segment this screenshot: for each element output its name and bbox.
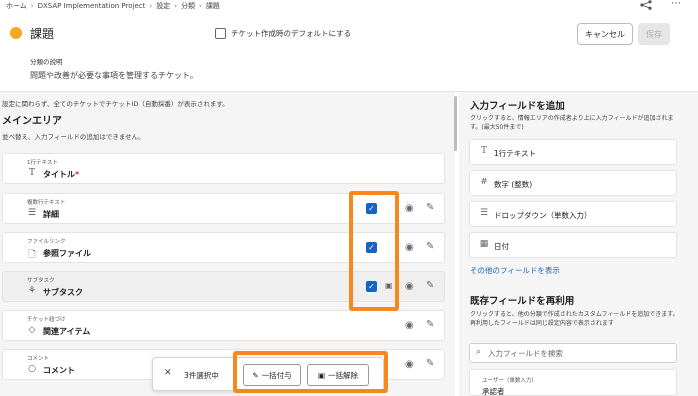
field-type-label: ファイルリンク bbox=[27, 239, 66, 245]
breadcrumb-current: 課題 bbox=[205, 2, 220, 10]
chevron-right-icon: › bbox=[174, 2, 177, 10]
bulk-buttons-highlight-frame bbox=[233, 351, 388, 393]
tag-icon: ◇ bbox=[28, 325, 36, 335]
existing-field-card[interactable]: ユーザー（単数入力） 承認者 bbox=[469, 369, 677, 396]
field-name: コメント bbox=[43, 366, 75, 375]
pencil-icon[interactable]: ✎ bbox=[426, 241, 434, 252]
add-field-title: 入力フィールドを追加 bbox=[470, 101, 565, 112]
multiline-icon: ☰ bbox=[27, 208, 37, 218]
description-text[interactable]: 問題や改善が必要な事項を管理するチケット。 bbox=[30, 70, 198, 81]
add-field-single-line-text[interactable]: T 1行テキスト bbox=[469, 139, 677, 165]
field-card-title[interactable]: 1行テキスト T タイトル* bbox=[2, 153, 445, 184]
pencil-icon[interactable]: ✎ bbox=[426, 358, 434, 369]
field-name: タイトル* bbox=[43, 170, 80, 179]
chevron-right-icon: › bbox=[149, 2, 153, 10]
main-area-subtitle: 並べ替え、入力フィールドの追加はできません。 bbox=[2, 133, 145, 141]
more-options-icon[interactable]: ⋯ bbox=[671, 0, 681, 9]
save-button[interactable]: 保存 bbox=[638, 23, 670, 45]
share-icon[interactable] bbox=[640, 0, 654, 10]
pencil-icon[interactable]: ✎ bbox=[426, 202, 434, 213]
field-search[interactable]: ⌕ bbox=[469, 343, 677, 363]
breadcrumb-categories[interactable]: 分類 bbox=[181, 1, 195, 11]
breadcrumb: ホーム › DXSAP Implementation Project › 設定 … bbox=[6, 1, 220, 11]
field-name: 関連アイテム bbox=[43, 327, 91, 336]
hash-icon: # bbox=[480, 177, 488, 187]
file-icon: 🗋 bbox=[28, 250, 36, 260]
required-mark: * bbox=[75, 170, 80, 179]
add-field-number[interactable]: # 数字 (整数) bbox=[469, 170, 677, 196]
comment-icon: ○ bbox=[28, 364, 36, 374]
category-color-dot bbox=[10, 27, 22, 39]
field-card-related[interactable]: チケット紐づけ ◇ 関連アイテム ◉ ✎ bbox=[2, 310, 445, 341]
breadcrumb-project[interactable]: DXSAP Implementation Project bbox=[38, 2, 146, 10]
field-name: 承認者 bbox=[482, 387, 505, 396]
chevron-right-icon: › bbox=[30, 2, 34, 10]
field-type-label: サブタスク bbox=[27, 278, 55, 284]
list-icon: ☰ bbox=[479, 208, 489, 218]
field-search-input[interactable] bbox=[488, 346, 673, 361]
checkbox-highlight-frame bbox=[349, 191, 399, 311]
eye-icon[interactable]: ◉ bbox=[405, 242, 414, 253]
show-other-fields-link[interactable]: その他のフィールドを表示 bbox=[470, 265, 560, 276]
field-type-label: ユーザー（単数入力） bbox=[482, 378, 537, 384]
default-checkbox-label[interactable]: チケット作成時のデフォルトにする bbox=[231, 28, 351, 39]
field-type-label: チケット紐づけ bbox=[27, 317, 66, 323]
eye-icon[interactable]: ◉ bbox=[405, 359, 414, 370]
field-name: 参照ファイル bbox=[43, 249, 91, 258]
field-type-label: 1行テキスト bbox=[27, 160, 58, 166]
chevron-right-icon: › bbox=[199, 2, 202, 10]
eye-icon[interactable]: ◉ bbox=[405, 320, 414, 331]
pencil-icon[interactable]: ✎ bbox=[426, 280, 434, 291]
breadcrumb-home[interactable]: ホーム bbox=[6, 1, 27, 11]
ticket-id-note: 設定に関わらず、全てのチケットでチケットID（自動採番）が表示されます。 bbox=[2, 100, 229, 108]
text-icon: T bbox=[480, 146, 487, 156]
breadcrumb-settings[interactable]: 設定 bbox=[156, 1, 170, 11]
description-label: 分類の説明 bbox=[30, 58, 63, 66]
close-icon[interactable]: ✕ bbox=[164, 368, 172, 378]
add-field-dropdown[interactable]: ☰ ドロップダウン（単数入力） bbox=[469, 201, 677, 227]
field-name: サブタスク bbox=[43, 288, 83, 297]
add-field-description: クリックすると、情報エリアの作成者より上に入力フィールドが追加されます。(最大5… bbox=[470, 115, 674, 131]
eye-icon[interactable]: ◉ bbox=[405, 281, 414, 292]
field-type-label: 複数行テキスト bbox=[27, 200, 66, 206]
subtask-icon: ⚘ bbox=[27, 286, 37, 296]
reuse-field-description: クリックすると、他の分類で作成されたカスタムフィールドを追加できます。再利用した… bbox=[470, 311, 679, 327]
calendar-icon: ▦ bbox=[479, 239, 489, 249]
selection-count: 3件選択中 bbox=[184, 371, 219, 380]
search-icon: ⌕ bbox=[476, 347, 482, 357]
default-checkbox[interactable] bbox=[215, 28, 226, 39]
text-icon: T bbox=[28, 168, 35, 178]
add-field-date[interactable]: ▦ 日付 bbox=[469, 232, 677, 258]
main-area-title: メインエリア bbox=[2, 116, 62, 127]
eye-icon[interactable]: ◉ bbox=[405, 203, 414, 214]
scrollbar[interactable] bbox=[454, 96, 457, 151]
cancel-button[interactable]: キャンセル bbox=[577, 23, 633, 45]
reuse-field-title: 既存フィールドを再利用 bbox=[470, 296, 575, 307]
pencil-icon[interactable]: ✎ bbox=[426, 319, 434, 330]
category-name: 課題 bbox=[30, 27, 55, 41]
field-type-label: コメント bbox=[27, 356, 50, 362]
field-name: 詳細 bbox=[43, 210, 59, 219]
